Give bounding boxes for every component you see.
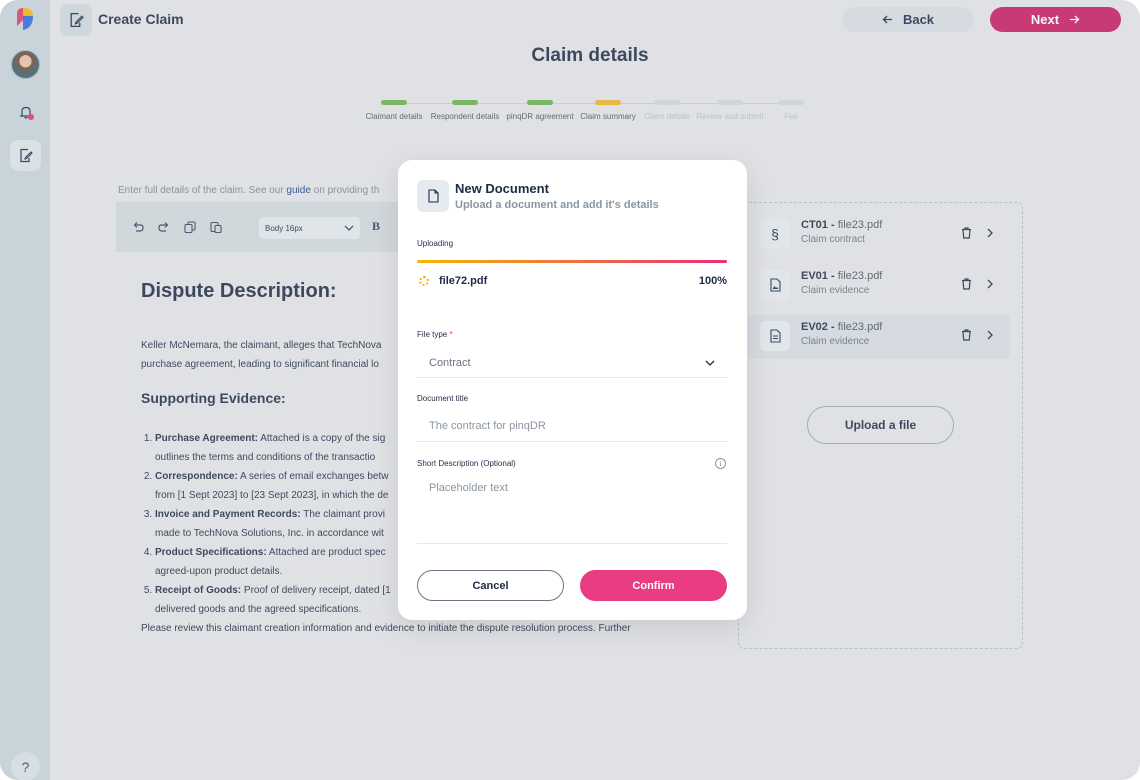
file-type-value: Contract — [429, 356, 471, 369]
uploading-label: Uploading — [417, 239, 454, 248]
loading-spinner-icon — [419, 276, 429, 286]
modal-title: New Document — [455, 181, 549, 196]
short-description-label: Short Description (Optional) — [417, 459, 516, 468]
document-title-label: Document title — [417, 394, 469, 403]
file-type-label-text: File type — [417, 330, 448, 339]
info-icon[interactable]: i — [715, 458, 726, 469]
required-mark: * — [449, 330, 453, 339]
file-type-select[interactable]: Contract — [417, 348, 727, 378]
app-frame: ? Create Claim Back Next Claim details C… — [0, 0, 1140, 780]
document-title-input[interactable]: The contract for pinqDR — [417, 412, 727, 442]
chevron-down-icon — [705, 360, 715, 366]
document-icon — [428, 189, 439, 203]
modal-document-icon-box — [417, 180, 449, 212]
short-description-textarea[interactable]: Placeholder text — [417, 476, 727, 544]
upload-file-name: file72.pdf — [439, 275, 488, 287]
cancel-button[interactable]: Cancel — [417, 570, 564, 601]
upload-progress-bar — [417, 260, 727, 263]
new-document-modal: New Document Upload a document and add i… — [398, 160, 747, 620]
upload-percentage: 100% — [698, 275, 727, 287]
confirm-button[interactable]: Confirm — [580, 570, 727, 601]
modal-subtitle: Upload a document and add it's details — [455, 199, 659, 211]
file-type-label: File type * — [417, 330, 453, 339]
